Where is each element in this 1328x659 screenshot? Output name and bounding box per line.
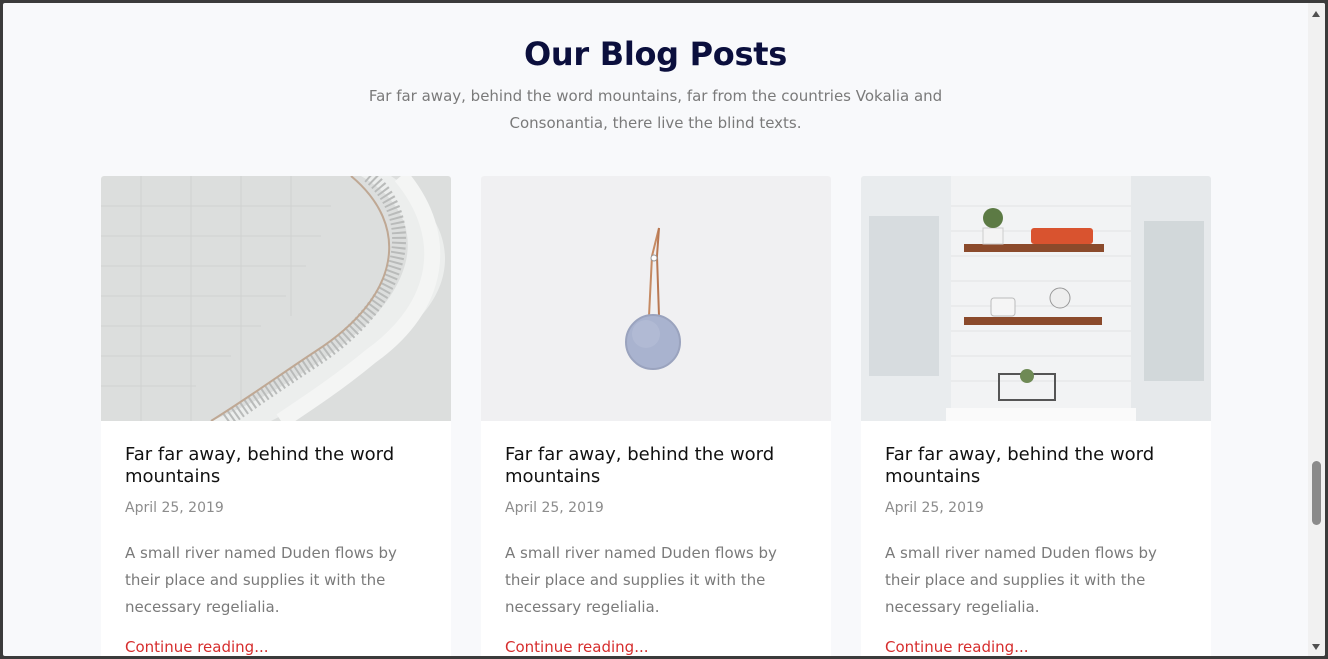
- blog-card: Far far away, behind the word mountains …: [861, 176, 1211, 656]
- continue-reading-link[interactable]: Continue reading...: [505, 638, 649, 656]
- vertical-scrollbar[interactable]: [1308, 3, 1325, 656]
- post-excerpt: A small river named Duden flows by their…: [505, 544, 777, 616]
- post-excerpt: A small river named Duden flows by their…: [125, 544, 397, 616]
- post-excerpt: A small river named Duden flows by their…: [885, 544, 1157, 616]
- post-title[interactable]: Far far away, behind the word mountains: [125, 444, 425, 488]
- section-subtitle: Far far away, behind the word mountains,…: [368, 87, 943, 132]
- browser-viewport: Our Blog Posts Far far away, behind the …: [3, 3, 1325, 656]
- post-date: April 25, 2019: [885, 500, 984, 516]
- scroll-down-arrow-icon[interactable]: [1312, 644, 1320, 650]
- post-image-staircase[interactable]: [101, 176, 451, 421]
- scroll-up-arrow-icon[interactable]: [1312, 11, 1320, 17]
- continue-reading-link[interactable]: Continue reading...: [885, 638, 1029, 656]
- post-date: April 25, 2019: [125, 500, 224, 516]
- post-date: April 25, 2019: [505, 500, 604, 516]
- blog-card: Far far away, behind the word mountains …: [101, 176, 451, 656]
- post-title[interactable]: Far far away, behind the word mountains: [505, 444, 805, 488]
- section-title: Our Blog Posts: [524, 35, 787, 73]
- scrollbar-thumb[interactable]: [1312, 461, 1321, 525]
- continue-reading-link[interactable]: Continue reading...: [125, 638, 269, 656]
- post-image-kitchen[interactable]: [861, 176, 1211, 421]
- blog-card: Far far away, behind the word mountains …: [481, 176, 831, 656]
- post-title[interactable]: Far far away, behind the word mountains: [885, 444, 1185, 488]
- post-image-speaker[interactable]: [481, 176, 831, 421]
